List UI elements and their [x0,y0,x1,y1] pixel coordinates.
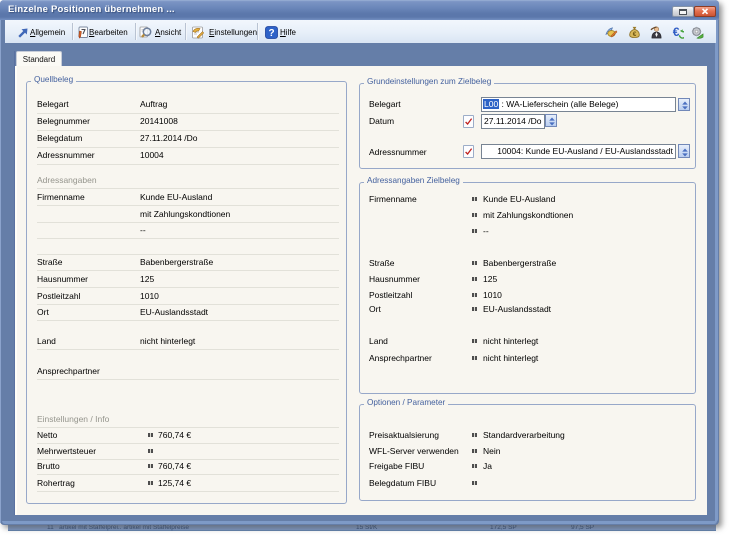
svg-text:€: € [673,26,680,39]
svg-text:€: € [633,31,637,38]
svg-text:?: ? [268,28,274,39]
